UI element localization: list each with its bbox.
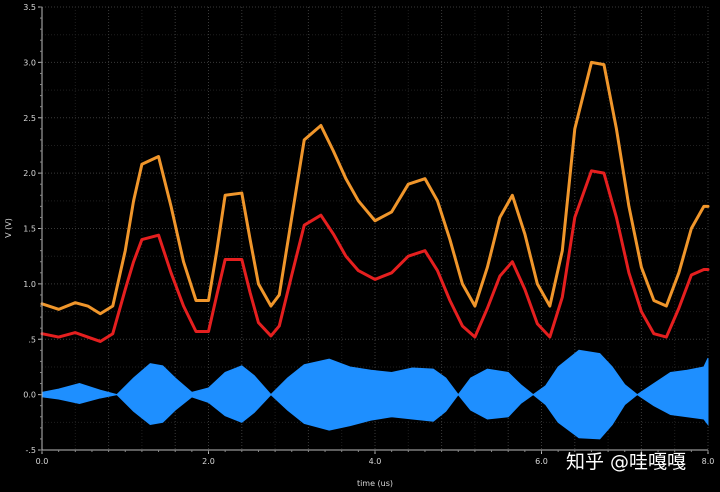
y-tick-label: 3.0 <box>23 58 36 67</box>
y-tick-label: 3.5 <box>23 3 36 12</box>
y-axis-label: V (V) <box>4 218 13 238</box>
x-tick-label: 2.0 <box>202 457 215 466</box>
x-tick-label: 4.0 <box>369 457 382 466</box>
y-tick-label: 2.5 <box>23 114 36 123</box>
y-tick-label: .5 <box>28 335 36 344</box>
y-tick-label: 2.0 <box>23 169 36 178</box>
chart-canvas: -.50.0.51.01.52.02.53.03.50.0 2.0 4.0 6.0 8.… <box>0 0 720 492</box>
y-tick-label: 1.0 <box>23 280 36 289</box>
x-tick-label: 8.0 <box>702 457 715 466</box>
x-tick-label: 0.0 <box>36 457 49 466</box>
watermark: 知乎 @哇嘎嘎 <box>566 451 686 473</box>
y-tick-label: 1.5 <box>23 225 36 234</box>
y-tick-label: -.5 <box>25 446 36 455</box>
x-axis-label: time (us) <box>357 479 393 488</box>
x-tick-label: 6.0 <box>535 457 548 466</box>
y-tick-label: 0.0 <box>23 391 36 400</box>
